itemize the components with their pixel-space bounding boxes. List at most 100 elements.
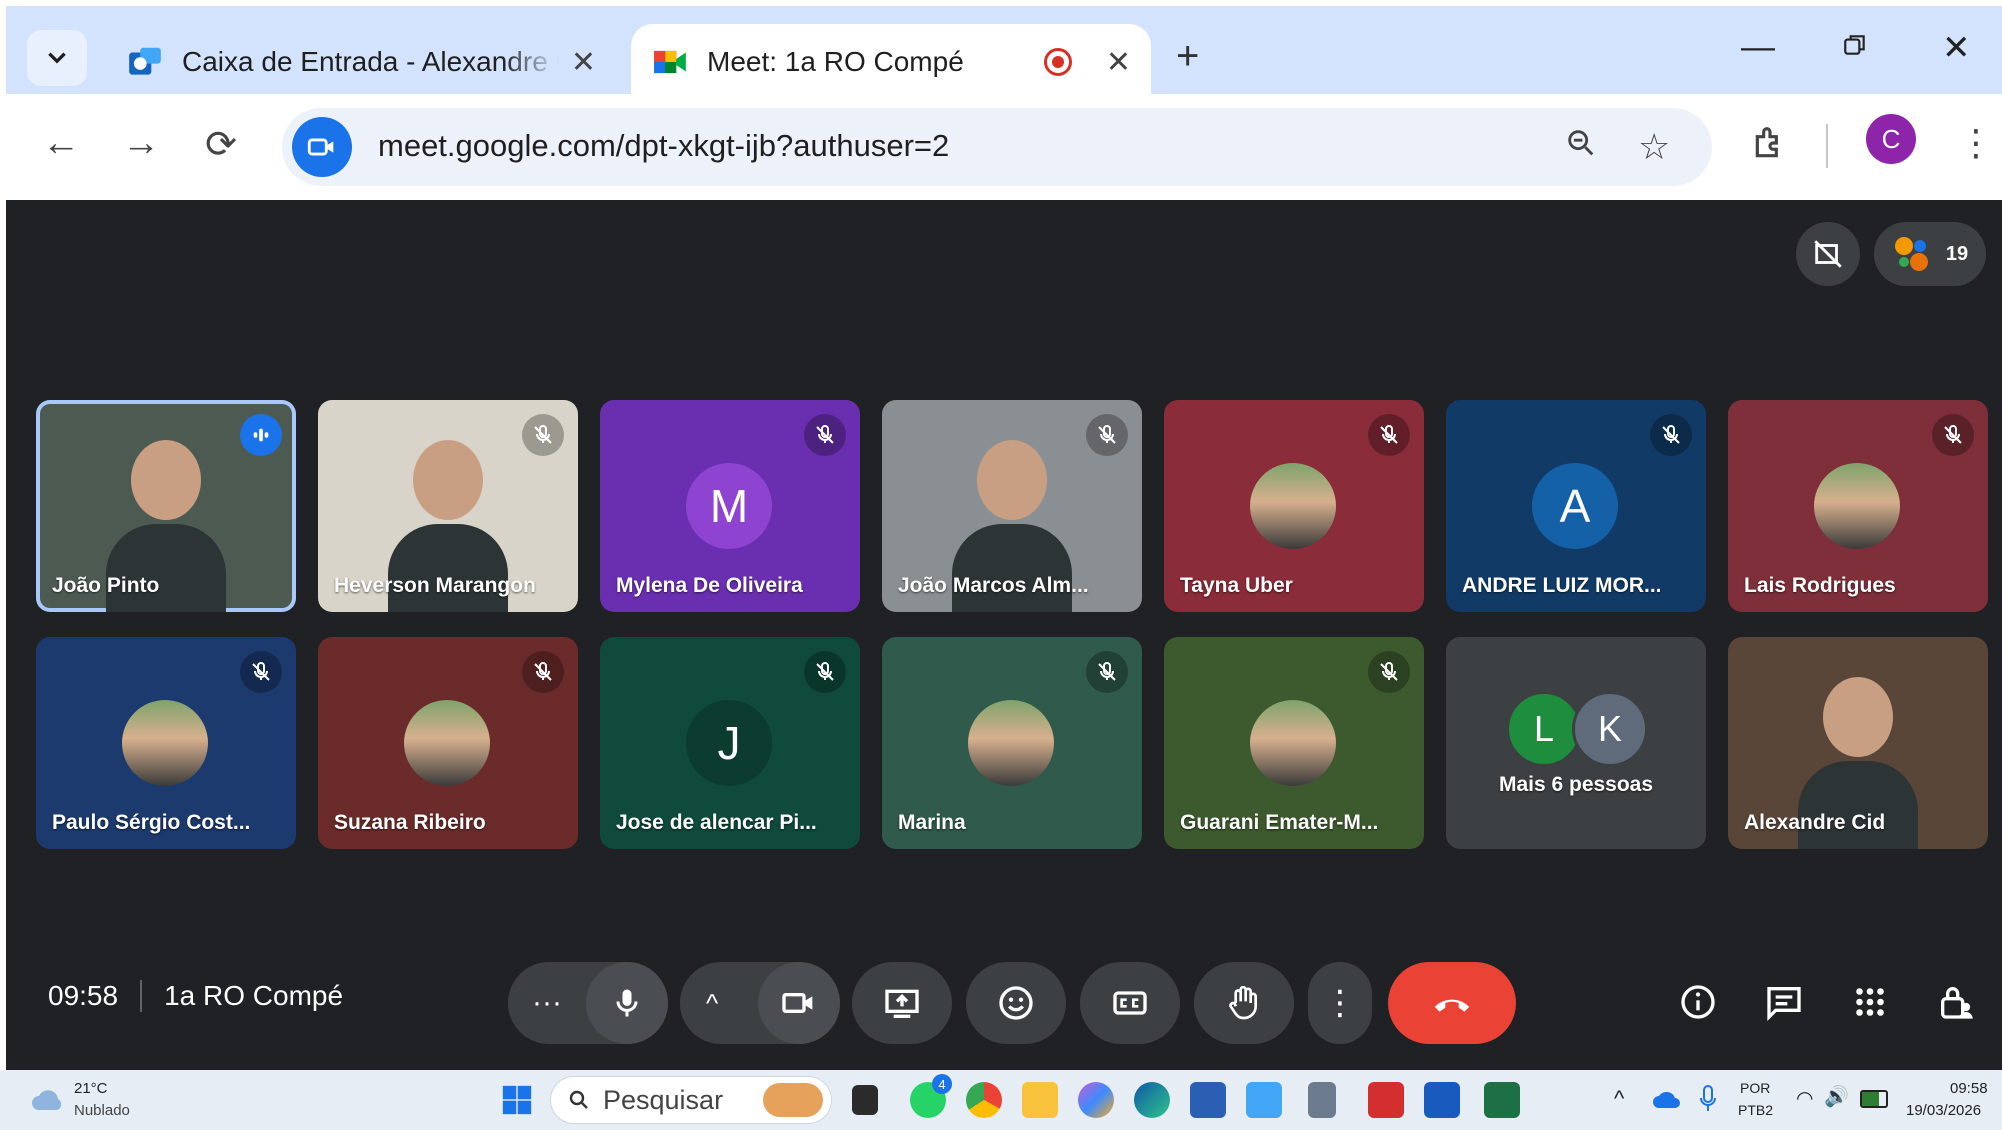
muted-indicator [1650, 414, 1692, 456]
store-icon[interactable] [1190, 1082, 1226, 1118]
chrome-icon[interactable] [966, 1082, 1002, 1118]
url-text: meet.google.com/dpt-xkgt-ijb?authuser=2 [378, 128, 950, 163]
extensions-icon[interactable] [1751, 124, 1789, 171]
mic-off-icon [1662, 425, 1680, 444]
mic-off-icon [252, 662, 270, 681]
participant-name: Mylena De Oliveira [616, 574, 803, 597]
volume-icon[interactable]: 🔊 [1824, 1084, 1849, 1109]
whatsapp-icon[interactable]: 4 [910, 1074, 952, 1118]
taskbar-search[interactable]: Pesquisar [550, 1076, 832, 1124]
windows-start-icon[interactable] [500, 1083, 534, 1117]
clock-time[interactable]: 09:58 [1950, 1080, 1988, 1097]
forward-button[interactable]: → [116, 122, 166, 165]
chat-button[interactable] [1752, 970, 1816, 1034]
word-icon[interactable] [1424, 1082, 1460, 1118]
hang-up-icon [1434, 999, 1470, 1012]
meeting-info: 09:58 1a RO Compé [48, 980, 343, 1012]
search-placeholder: Pesquisar [603, 1084, 724, 1115]
participant-tile[interactable]: João Pinto [36, 400, 296, 612]
emoji-icon [999, 986, 1033, 1020]
restore-button[interactable] [1842, 28, 1868, 67]
more-menu-icon[interactable]: ⋮ [1958, 122, 1994, 164]
leave-call-button[interactable] [1388, 962, 1516, 1044]
muted-indicator [1086, 651, 1128, 693]
chevron-down-icon [48, 52, 66, 64]
outlook-taskbar-icon[interactable] [1246, 1082, 1282, 1118]
more-options-button[interactable]: ⋮ [1308, 962, 1372, 1044]
close-icon[interactable]: ✕ [571, 45, 596, 80]
camera-button[interactable] [758, 962, 840, 1044]
video-options-button[interactable]: ^ [706, 988, 718, 1019]
tab-meet[interactable]: Meet: 1a RO Compé ✕ [631, 24, 1151, 100]
reactions-button[interactable] [966, 962, 1066, 1044]
search-icon [569, 1090, 588, 1109]
raise-hand-button[interactable] [1194, 962, 1294, 1044]
present-button[interactable] [852, 962, 952, 1044]
participant-tile[interactable]: M Mylena De Oliveira [600, 400, 860, 612]
mic-off-icon [816, 662, 834, 681]
participant-name: Paulo Sérgio Cost... [52, 811, 251, 834]
participant-name: João Pinto [52, 574, 160, 597]
meeting-time: 09:58 [48, 980, 119, 1011]
audio-options-button[interactable]: ··· [532, 986, 562, 1020]
participant-tile[interactable]: Suzana Ribeiro [318, 637, 578, 849]
search-highlight-image [763, 1083, 823, 1117]
zoom-icon[interactable] [1564, 126, 1598, 169]
participant-tile[interactable]: J Jose de alencar Pi... [600, 637, 860, 849]
mic-off-icon [534, 662, 552, 681]
close-window-button[interactable]: ✕ [1942, 28, 1971, 68]
muted-indicator [1368, 414, 1410, 456]
participant-name: Tayna Uber [1180, 574, 1293, 597]
participants-button[interactable]: 19 [1874, 222, 1986, 286]
hide-tiles-button[interactable] [1796, 222, 1860, 286]
participant-name: Guarani Emater-M... [1180, 811, 1379, 834]
recording-icon [1043, 48, 1072, 76]
task-view-icon[interactable] [852, 1085, 878, 1115]
show-hidden-icons-icon[interactable]: ^ [1614, 1086, 1624, 1112]
profile-avatar[interactable]: C [1866, 114, 1916, 164]
calculator-icon[interactable] [1308, 1082, 1336, 1118]
close-icon[interactable]: ✕ [1106, 45, 1131, 80]
participant-tile[interactable]: Guarani Emater-M... [1164, 637, 1424, 849]
participant-tile[interactable]: L K Mais 6 pessoas [1446, 637, 1706, 849]
microphone-button[interactable] [586, 962, 668, 1044]
mic-off-icon [1944, 425, 1962, 444]
reload-button[interactable]: ⟳ [196, 122, 246, 167]
participant-tile[interactable]: Heverson Marangon [318, 400, 578, 612]
copilot-icon[interactable] [1078, 1082, 1114, 1118]
back-button[interactable]: ← [36, 122, 86, 165]
address-bar[interactable]: meet.google.com/dpt-xkgt-ijb?authuser=2 … [282, 108, 1712, 186]
participant-tile[interactable]: Marina [882, 637, 1142, 849]
bookmark-star-icon[interactable]: ☆ [1638, 126, 1670, 168]
muted-indicator [522, 651, 564, 693]
participant-name: Suzana Ribeiro [334, 811, 486, 834]
activities-button[interactable] [1838, 970, 1902, 1034]
site-info-icon[interactable] [292, 117, 352, 177]
participant-tile[interactable]: Lais Rodrigues [1728, 400, 1988, 612]
meeting-details-button[interactable] [1666, 970, 1730, 1034]
file-explorer-icon[interactable] [1022, 1082, 1058, 1118]
participant-tile[interactable]: Tayna Uber [1164, 400, 1424, 612]
avatar: L [1506, 691, 1582, 767]
language-indicator[interactable]: POR [1740, 1080, 1770, 1096]
new-tab-button[interactable]: + [1176, 34, 1199, 79]
captions-button[interactable] [1080, 962, 1180, 1044]
participant-tile[interactable]: Paulo Sérgio Cost... [36, 637, 296, 849]
windows-taskbar: 21°C Nublado Pesquisar 4 ^ POR PTB2 ◠ 🔊 … [0, 1070, 2002, 1130]
participant-tile[interactable]: Alexandre Cid [1728, 637, 1988, 849]
edge-icon[interactable] [1134, 1082, 1170, 1118]
battery-icon[interactable] [1860, 1090, 1888, 1108]
tab-search-button[interactable] [27, 30, 87, 86]
hide-video-icon [1814, 240, 1842, 268]
avatar [1250, 463, 1336, 549]
acrobat-icon[interactable] [1368, 1082, 1404, 1118]
tab-inbox[interactable]: Caixa de Entrada - Alexandre Ci ✕ [106, 24, 616, 100]
onedrive-icon[interactable] [1652, 1088, 1682, 1110]
minimize-button[interactable]: — [1741, 28, 1775, 67]
wifi-icon[interactable]: ◠ [1796, 1086, 1813, 1111]
participant-tile[interactable]: João Marcos Alm... [882, 400, 1142, 612]
host-controls-button[interactable] [1924, 970, 1988, 1034]
muted-indicator [1086, 414, 1128, 456]
excel-icon[interactable] [1484, 1082, 1520, 1118]
participant-tile[interactable]: A ANDRE LUIZ MOR... [1446, 400, 1706, 612]
